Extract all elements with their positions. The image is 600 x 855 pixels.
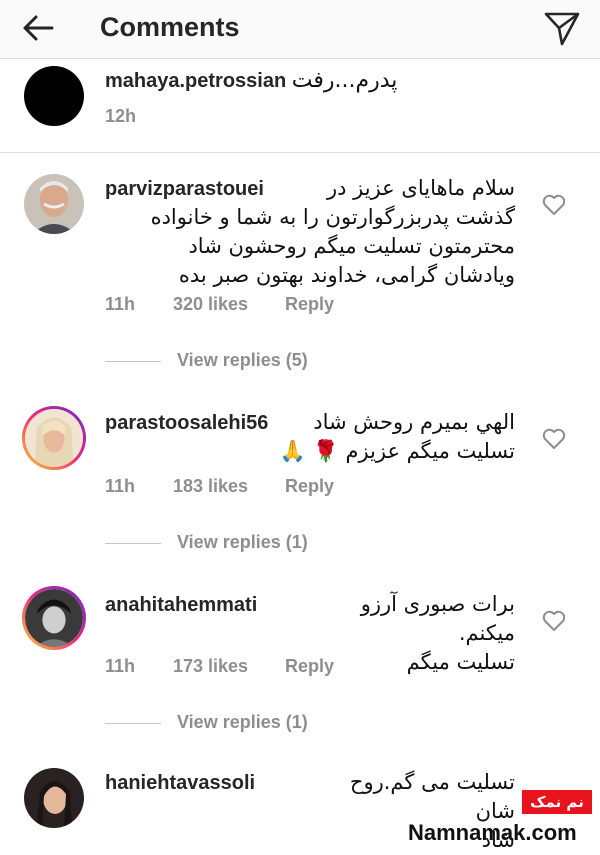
comment-time: 11h (105, 476, 136, 496)
likes-count[interactable]: 183 likes (173, 476, 248, 497)
comment-text-line: تسليت ميگم عزيزم 🌹 🙏 (279, 439, 515, 463)
view-replies-link[interactable]: View replies (1) (177, 712, 308, 733)
comment-text-line: سلام ماهایای عزیز در (327, 176, 515, 200)
comment-username[interactable]: mahaya.petrossian (105, 70, 286, 92)
comment-item: parastoosalehi56 الهي بميرم روحش شاد تسل… (0, 398, 600, 568)
likes-count[interactable]: 173 likes (173, 656, 248, 677)
view-replies-link[interactable]: View replies (5) (177, 350, 308, 371)
reply-button[interactable]: Reply (285, 476, 334, 497)
avatar[interactable] (24, 174, 84, 234)
comment-text-line: تسلیت می گم.روح شان (349, 770, 515, 823)
comment-text: الهي بميرم روحش شاد تسليت ميگم عزيزم 🌹 🙏 (95, 408, 515, 466)
send-icon[interactable] (540, 6, 584, 50)
avatar[interactable] (22, 586, 86, 650)
comment-text-line: الهي بميرم روحش شاد (313, 410, 515, 434)
back-arrow-icon[interactable] (18, 8, 58, 48)
comment-time: 11h (105, 656, 136, 676)
comment-item: anahitahemmati برات صبوری آرزو میکنم. تس… (0, 580, 600, 748)
heart-icon[interactable] (542, 610, 566, 632)
comment-time: 12h (105, 106, 137, 126)
reply-button[interactable]: Reply (285, 656, 334, 677)
divider (0, 152, 600, 153)
avatar[interactable] (22, 406, 86, 470)
likes-count[interactable]: 320 likes (173, 294, 248, 315)
replies-rule (105, 723, 161, 724)
comment-item: mahaya.petrossian پدرم...رفت 12h (0, 58, 600, 152)
comments-header: Comments (0, 0, 600, 59)
comment-time: 11h (105, 294, 136, 314)
comment-text: پدرم...رفت (291, 68, 398, 93)
comment-text-line: ویادشان گرامی، خداوند بهتون صبر بده (178, 263, 515, 287)
comment-text: سلام ماهایای عزیز در گذشت پدربزرگوارتون … (95, 174, 515, 290)
comment-item: parvizparastouei سلام ماهایای عزیز در گذ… (0, 160, 600, 390)
view-replies-link[interactable]: View replies (1) (177, 532, 308, 553)
avatar[interactable] (24, 768, 84, 828)
avatar[interactable] (24, 66, 84, 126)
heart-icon[interactable] (542, 428, 566, 450)
page-title: Comments (100, 12, 240, 42)
replies-rule (105, 361, 161, 362)
reply-button[interactable]: Reply (285, 294, 334, 315)
watermark-badge: نم نمک (522, 790, 592, 814)
comment-text-line: برات صبوری آرزو میکنم. (360, 592, 515, 645)
replies-rule (105, 543, 161, 544)
comment-text-line: گذشت پدربزرگوارتون را به شما و خانواده (150, 205, 515, 229)
heart-icon[interactable] (542, 194, 566, 216)
watermark-site: Namnamak.com (408, 820, 577, 845)
comment-text-line: محترمتون تسلیت میگم روحشون شاد (188, 234, 515, 258)
